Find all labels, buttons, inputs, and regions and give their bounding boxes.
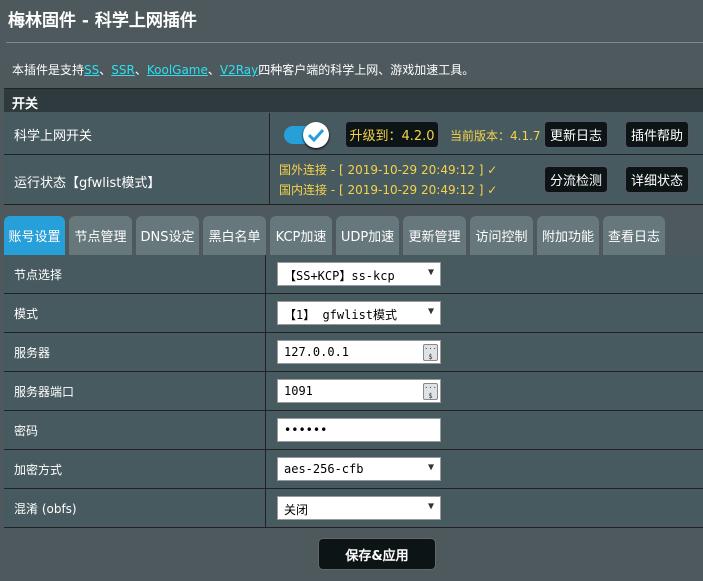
sep: 、 <box>99 63 112 77</box>
changelog-button[interactable]: 更新日志 <box>544 121 608 148</box>
status-label: 运行状态【gfwlist模式】 <box>14 176 161 191</box>
proxy-toggle[interactable] <box>284 122 330 148</box>
toggle-knob <box>303 122 329 148</box>
tab-nodes[interactable]: 节点管理 <box>69 216 132 255</box>
tab-update[interactable]: 更新管理 <box>403 216 466 255</box>
account-form: 节点选择 【SS+KCP】ss-kcp ▼ 模式 【1】 gfwlist模式 ▼ 服… <box>4 255 703 528</box>
mode-value: 【1】 gfwlist模式 <box>284 308 398 322</box>
tab-access[interactable]: 访问控制 <box>470 216 533 255</box>
obfs-value: 关闭 <box>284 503 309 517</box>
help-button[interactable]: 插件帮助 <box>625 121 689 148</box>
tab-addons[interactable]: 附加功能 <box>537 216 599 255</box>
chevron-down-icon: ▼ <box>427 306 434 317</box>
link-v2ray[interactable]: V2Ray <box>220 63 258 77</box>
obfs-row: 混淆 (obfs) 关闭 ▼ <box>4 489 703 528</box>
tab-logs[interactable]: 查看日志 <box>603 216 665 255</box>
password-label: 密码 <box>14 424 39 438</box>
divider <box>269 155 270 204</box>
divider <box>265 411 266 449</box>
chevron-down-icon: ▼ <box>427 462 434 473</box>
domestic-status: 国内连接 - [ 2019-10-29 20:49:12 ] ✓ <box>279 183 498 197</box>
upgrade-button[interactable]: 升级到：4.2.0 <box>345 121 439 148</box>
divider <box>269 113 270 154</box>
link-ssr[interactable]: SSR <box>111 63 135 77</box>
tab-blackwhite[interactable]: 黑白名单 <box>203 216 266 255</box>
keyboard-icon[interactable]: ··· $ <box>423 344 438 361</box>
node-row: 节点选择 【SS+KCP】ss-kcp ▼ <box>4 255 703 294</box>
keyboard-icon[interactable]: ··· $ <box>423 383 438 400</box>
chevron-down-icon: ▼ <box>427 501 434 512</box>
foreign-status: 国外连接 - [ 2019-10-29 20:49:12 ] ✓ <box>279 163 498 177</box>
server-row: 服务器 127.0.0.1 ··· $ <box>4 333 703 372</box>
page-title: 梅林固件 - 科学上网插件 <box>8 11 197 31</box>
password-input[interactable]: •••••• <box>277 418 441 442</box>
server-value: 127.0.0.1 <box>284 345 350 359</box>
divider <box>265 294 266 332</box>
sep: 、 <box>207 63 220 77</box>
divider <box>6 42 703 43</box>
divider <box>265 255 266 293</box>
sep: 、 <box>134 63 147 77</box>
port-value: 1091 <box>284 384 313 398</box>
mode-select[interactable]: 【1】 gfwlist模式 ▼ <box>277 301 441 325</box>
save-apply-button[interactable]: 保存&应用 <box>318 538 436 570</box>
mode-row: 模式 【1】 gfwlist模式 ▼ <box>4 294 703 333</box>
cipher-select[interactable]: aes-256-cfb ▼ <box>277 457 441 481</box>
port-label: 服务器端口 <box>14 385 75 399</box>
divider <box>265 333 266 371</box>
server-label: 服务器 <box>14 346 51 360</box>
switch-row: 科学上网开关 升级到：4.2.0 当前版本：4.1.7 更新日志 插件帮助 <box>4 113 703 155</box>
obfs-select[interactable]: 关闭 ▼ <box>277 496 441 520</box>
password-row: 密码 •••••• <box>4 411 703 450</box>
chevron-down-icon: ▼ <box>427 267 434 278</box>
node-label: 节点选择 <box>14 268 63 282</box>
status-row: 运行状态【gfwlist模式】 国外连接 - [ 2019-10-29 20:4… <box>4 155 703 205</box>
link-koolgame[interactable]: KoolGame <box>147 63 208 77</box>
port-row: 服务器端口 1091 ··· $ <box>4 372 703 411</box>
node-select[interactable]: 【SS+KCP】ss-kcp ▼ <box>277 262 441 286</box>
password-value: •••••• <box>284 423 328 437</box>
description: 本插件是支持SS、SSR、KoolGame、V2Ray四种客户端的科学上网、游戏… <box>12 61 474 78</box>
desc-suffix: 四种客户端的科学上网、游戏加速工具。 <box>258 63 475 77</box>
mode-label: 模式 <box>14 307 39 321</box>
node-value: 【SS+KCP】ss-kcp <box>284 269 395 283</box>
divider <box>265 450 266 488</box>
check-icon <box>308 128 324 142</box>
link-ss[interactable]: SS <box>84 63 99 77</box>
tab-udp[interactable]: UDP加速 <box>336 216 399 255</box>
detail-status-button[interactable]: 详细状态 <box>625 166 689 193</box>
cipher-row: 加密方式 aes-256-cfb ▼ <box>4 450 703 489</box>
section-header: 开关 <box>4 88 703 112</box>
tab-account[interactable]: 账号设置 <box>4 216 65 255</box>
split-check-button[interactable]: 分流检测 <box>544 166 608 193</box>
tab-dns[interactable]: DNS设定 <box>136 216 199 255</box>
divider <box>265 372 266 410</box>
obfs-label: 混淆 (obfs) <box>14 502 77 516</box>
current-version: 当前版本：4.1.7 <box>450 129 541 143</box>
switch-label: 科学上网开关 <box>14 129 93 144</box>
desc-prefix: 本插件是支持 <box>12 63 85 77</box>
divider <box>265 489 266 527</box>
cipher-label: 加密方式 <box>14 463 63 477</box>
port-input[interactable]: 1091 ··· $ <box>277 379 441 403</box>
tab-kcp[interactable]: KCP加速 <box>270 216 332 255</box>
tab-bar: 账号设置 节点管理 DNS设定 黑白名单 KCP加速 UDP加速 更新管理 访问… <box>4 216 703 255</box>
server-input[interactable]: 127.0.0.1 ··· $ <box>277 340 441 364</box>
cipher-value: aes-256-cfb <box>284 462 364 476</box>
